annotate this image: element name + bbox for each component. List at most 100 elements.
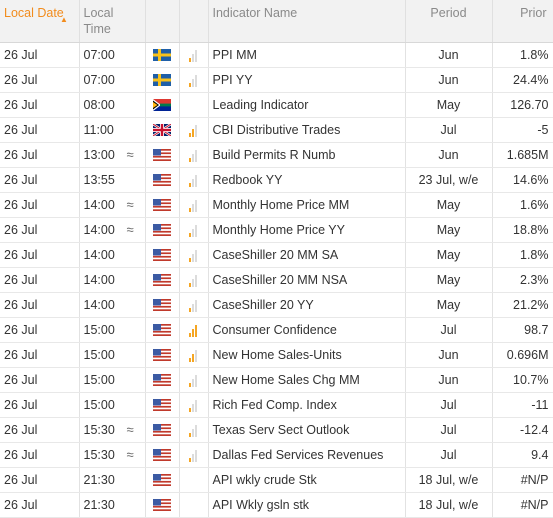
table-row[interactable]: 26 Jul 15:00 New Home Sales Chg MM Jun 10.7% — [0, 367, 553, 393]
row-prior: -12.4 — [492, 417, 553, 443]
column-header-time[interactable]: Local Time — [79, 0, 146, 43]
row-date: 26 Jul — [0, 367, 80, 393]
row-importance — [179, 317, 209, 343]
row-country — [145, 217, 180, 243]
column-header-period[interactable]: Period — [405, 0, 493, 43]
row-indicator-name[interactable]: Redbook YY — [208, 167, 406, 193]
row-time: 15:00 — [79, 367, 146, 393]
row-indicator-name[interactable]: CBI Distributive Trades — [208, 117, 406, 143]
importance-bars-icon — [189, 448, 198, 462]
row-period: 18 Jul, w/e — [405, 492, 493, 518]
row-indicator-name[interactable]: Monthly Home Price MM — [208, 192, 406, 218]
table-row[interactable]: 26 Jul 21:30 API wkly crude Stk 18 Jul, w/e… — [0, 467, 553, 493]
row-date: 26 Jul — [0, 467, 80, 493]
row-period: 23 Jul, w/e — [405, 167, 493, 193]
row-time: 15:30 ≈ — [79, 442, 146, 468]
table-row[interactable]: 26 Jul 15:30 ≈ Texas Serv Sect Outlook Jul -1… — [0, 417, 553, 443]
column-header-indicator[interactable]: Indicator Name — [208, 0, 406, 43]
row-time-value: 14:00 — [83, 272, 115, 287]
importance-bars-icon — [189, 398, 198, 412]
row-indicator-name[interactable]: Texas Serv Sect Outlook — [208, 417, 406, 443]
flag-us-icon — [153, 398, 171, 412]
column-header-period-label: Period — [430, 6, 467, 20]
row-period: May — [405, 217, 493, 243]
row-country — [145, 442, 180, 468]
row-country — [145, 242, 180, 268]
row-time: 11:00 — [79, 117, 146, 143]
row-indicator-name[interactable]: PPI YY — [208, 67, 406, 93]
table-row[interactable]: 26 Jul 14:00 ≈ Monthly Home Price YY May 18.8… — [0, 217, 553, 243]
row-time-value: 15:30 — [83, 422, 115, 437]
row-date: 26 Jul — [0, 492, 80, 518]
row-country — [145, 67, 180, 93]
row-period: Jun — [405, 67, 493, 93]
row-indicator-name[interactable]: API wkly crude Stk — [208, 467, 406, 493]
table-row[interactable]: 26 Jul 21:30 API Wkly gsln stk 18 Jul, w/e #… — [0, 492, 553, 518]
row-indicator-name[interactable]: CaseShiller 20 MM NSA — [208, 267, 406, 293]
row-time-value: 14:00 — [83, 247, 115, 262]
row-date: 26 Jul — [0, 142, 80, 168]
table-row[interactable]: 26 Jul 15:30 ≈ Dallas Fed Services Revenues… — [0, 442, 553, 468]
table-row[interactable]: 26 Jul 11:00 CBI Distributive Trades Jul -5 — [0, 117, 553, 143]
table-body: 26 Jul 07:00 PPI MM Jun 1.8% 26 Jul 07:00 PPI Y… — [0, 42, 553, 518]
row-importance — [179, 167, 209, 193]
row-prior: 1.685M — [492, 142, 553, 168]
row-prior: 0.696M — [492, 342, 553, 368]
row-indicator-name[interactable]: CaseShiller 20 MM SA — [208, 242, 406, 268]
row-indicator-name[interactable]: Monthly Home Price YY — [208, 217, 406, 243]
table-row[interactable]: 26 Jul 14:00 ≈ Monthly Home Price MM May 1.6% — [0, 192, 553, 218]
row-time: 14:00 — [79, 242, 146, 268]
table-row[interactable]: 26 Jul 13:55 Redbook YY 23 Jul, w/e 14.6% — [0, 167, 553, 193]
table-row[interactable]: 26 Jul 13:00 ≈ Build Permits R Numb Jun 1.685… — [0, 142, 553, 168]
importance-bars-icon — [189, 198, 198, 212]
row-time: 15:00 — [79, 342, 146, 368]
row-country — [145, 392, 180, 418]
table-row[interactable]: 26 Jul 07:00 PPI MM Jun 1.8% — [0, 42, 553, 68]
importance-bars-icon — [189, 373, 198, 387]
table-row[interactable]: 26 Jul 14:00 CaseShiller 20 MM NSA May 2.3% — [0, 267, 553, 293]
row-indicator-name[interactable]: API Wkly gsln stk — [208, 492, 406, 518]
row-time-value: 14:00 — [83, 222, 115, 237]
row-country — [145, 117, 180, 143]
approximate-icon: ≈ — [126, 446, 134, 462]
row-period: Jul — [405, 417, 493, 443]
row-country — [145, 292, 180, 318]
importance-bars-icon — [189, 323, 198, 337]
row-time: 13:55 — [79, 167, 146, 193]
row-indicator-name[interactable]: New Home Sales Chg MM — [208, 367, 406, 393]
row-indicator-name[interactable]: Rich Fed Comp. Index — [208, 392, 406, 418]
row-time-value: 08:00 — [83, 97, 115, 112]
table-row[interactable]: 26 Jul 14:00 CaseShiller 20 YY May 21.2% — [0, 292, 553, 318]
row-period: Jul — [405, 392, 493, 418]
sort-ascending-icon[interactable]: ▲ — [60, 12, 68, 28]
table-row[interactable]: 26 Jul 15:00 New Home Sales-Units Jun 0.696M — [0, 342, 553, 368]
flag-us-icon — [153, 348, 171, 362]
table-row[interactable]: 26 Jul 08:00 Leading Indicator May 126.70 — [0, 92, 553, 118]
flag-us-icon — [153, 148, 171, 162]
table-row[interactable]: 26 Jul 07:00 PPI YY Jun 24.4% — [0, 67, 553, 93]
table-row[interactable]: 26 Jul 15:00 Rich Fed Comp. Index Jul -11 — [0, 392, 553, 418]
flag-us-icon — [153, 423, 171, 437]
row-date: 26 Jul — [0, 217, 80, 243]
column-header-prior[interactable]: Prior — [492, 0, 553, 43]
table-row[interactable]: 26 Jul 15:00 Consumer Confidence Jul 98.7 — [0, 317, 553, 343]
row-indicator-name[interactable]: CaseShiller 20 YY — [208, 292, 406, 318]
row-time-value: 13:55 — [83, 172, 115, 187]
importance-bars-icon — [189, 423, 198, 437]
row-indicator-name[interactable]: PPI MM — [208, 42, 406, 68]
column-header-date[interactable]: Local Date ▲ — [0, 0, 80, 43]
row-time-value: 15:30 — [83, 447, 115, 462]
row-indicator-name[interactable]: Consumer Confidence — [208, 317, 406, 343]
row-date: 26 Jul — [0, 192, 80, 218]
importance-bars-icon — [189, 73, 198, 87]
row-indicator-name[interactable]: New Home Sales-Units — [208, 342, 406, 368]
row-time: 14:00 — [79, 267, 146, 293]
row-prior: -11 — [492, 392, 553, 418]
row-importance — [179, 117, 209, 143]
row-indicator-name[interactable]: Leading Indicator — [208, 92, 406, 118]
row-prior: 126.70 — [492, 92, 553, 118]
row-period: May — [405, 267, 493, 293]
row-indicator-name[interactable]: Build Permits R Numb — [208, 142, 406, 168]
table-row[interactable]: 26 Jul 14:00 CaseShiller 20 MM SA May 1.8% — [0, 242, 553, 268]
row-indicator-name[interactable]: Dallas Fed Services Revenues — [208, 442, 406, 468]
